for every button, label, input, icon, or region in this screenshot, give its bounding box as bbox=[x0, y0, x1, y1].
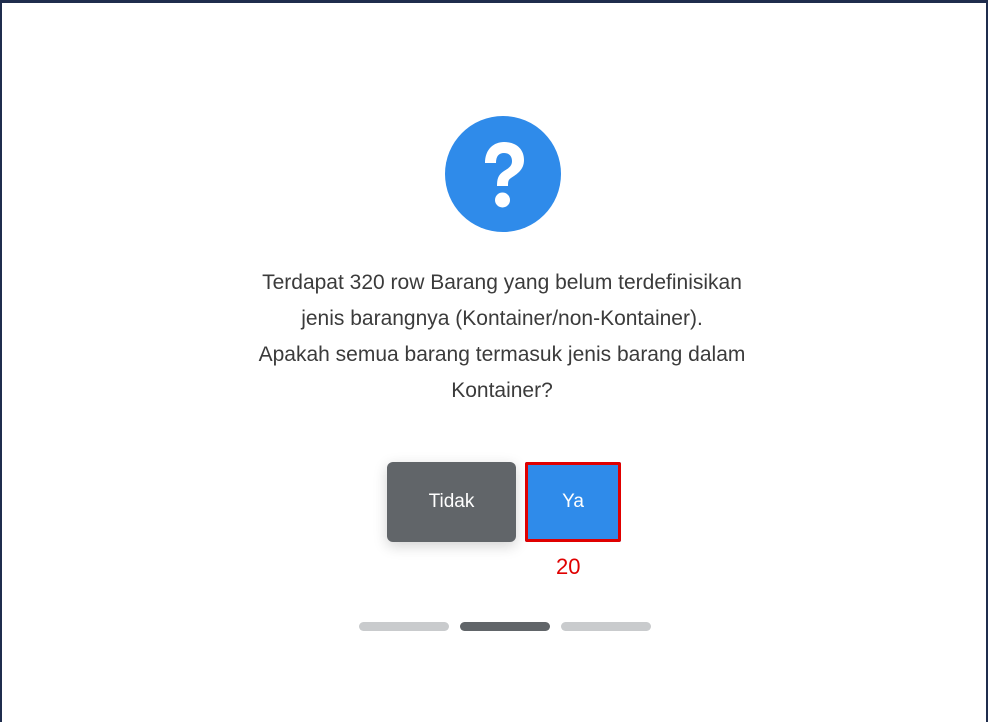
confirm-button[interactable]: Ya bbox=[525, 462, 621, 542]
message-line-1: Terdapat 320 row Barang yang belum terde… bbox=[262, 271, 742, 294]
message-line-4: Kontainer? bbox=[451, 379, 553, 402]
annotation-marker: 20 bbox=[556, 554, 581, 579]
message-line-2: jenis barangnya (Kontainer/non-Kontainer… bbox=[301, 307, 703, 330]
progress-step-1 bbox=[359, 622, 449, 631]
progress-step-2 bbox=[460, 622, 550, 631]
progress-step-3 bbox=[561, 622, 651, 631]
message-line-3: Apakah semua barang termasuk jenis baran… bbox=[258, 343, 746, 366]
cancel-button[interactable]: Tidak bbox=[387, 462, 516, 542]
window-frame: Terdapat 320 row Barang yang belum terde… bbox=[0, 0, 988, 722]
confirmation-dialog: Terdapat 320 row Barang yang belum terde… bbox=[2, 3, 988, 725]
dialog-message: Terdapat 320 row Barang yang belum terde… bbox=[152, 265, 852, 409]
question-circle-icon-graphic bbox=[445, 116, 561, 232]
question-circle-icon bbox=[445, 116, 561, 232]
